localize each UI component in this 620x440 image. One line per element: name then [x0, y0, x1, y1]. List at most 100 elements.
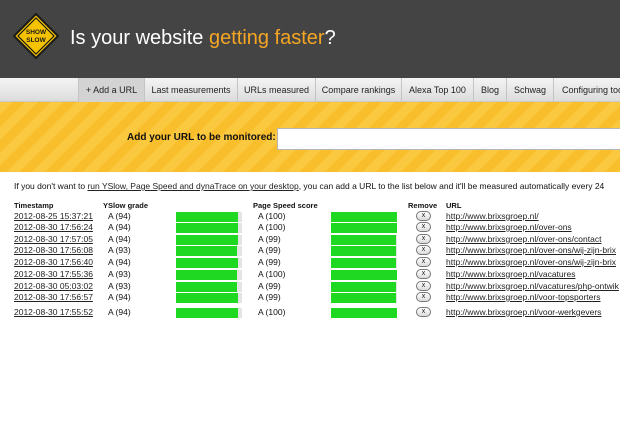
- remove-button[interactable]: x: [416, 307, 431, 317]
- pagespeed-bar: [331, 293, 397, 303]
- yslow-bar-fill: [176, 258, 239, 268]
- remove-button[interactable]: x: [416, 281, 431, 291]
- logo-line1: SHOW: [26, 29, 47, 36]
- row-yslow-grade: A (94): [108, 292, 131, 302]
- row-timestamp[interactable]: 2012-08-30 17:56:08: [14, 245, 93, 256]
- yslow-bar-fill: [176, 282, 238, 292]
- row-yslow-grade: A (94): [108, 234, 131, 244]
- header-yslow: YSlow grade: [103, 201, 149, 210]
- table-row: 2012-08-30 17:56:08 A (93) A (99) x http…: [0, 245, 620, 256]
- header-url: URL: [446, 201, 462, 210]
- row-timestamp[interactable]: 2012-08-30 17:55:52: [14, 307, 93, 318]
- tab-alexa-top-100[interactable]: Alexa Top 100: [402, 78, 474, 102]
- row-url-link[interactable]: http://www.brixsgroep.nl/over-ons/wij-zi…: [446, 257, 616, 268]
- pagespeed-bar: [331, 246, 397, 256]
- row-yslow-grade: A (94): [108, 211, 131, 221]
- intro-text: If you don't want to run YSlow, Page Spe…: [14, 181, 604, 191]
- row-url-link[interactable]: http://www.brixsgroep.nl/voor-werkgevers: [446, 307, 601, 318]
- table-row: 2012-08-30 17:56:40 A (94) A (99) x http…: [0, 257, 620, 268]
- remove-button[interactable]: x: [416, 234, 431, 244]
- row-timestamp[interactable]: 2012-08-25 15:37:21: [14, 211, 93, 222]
- row-url-link[interactable]: http://www.brixsgroep.nl/vacatures: [446, 269, 575, 280]
- yslow-bar: [176, 308, 242, 318]
- row-pagespeed-score: A (100): [258, 222, 286, 232]
- row-timestamp[interactable]: 2012-08-30 17:56:40: [14, 257, 93, 268]
- row-url-link[interactable]: http://www.brixsgroep.nl/over-ons: [446, 222, 572, 233]
- row-pagespeed-score: A (99): [258, 281, 281, 291]
- row-yslow-grade: A (93): [108, 281, 131, 291]
- yslow-bar: [176, 246, 242, 256]
- table-row: 2012-08-30 17:55:52 A (94) A (100) x htt…: [0, 307, 620, 318]
- row-yslow-grade: A (94): [108, 307, 131, 317]
- pagespeed-bar-fill: [331, 270, 397, 280]
- table-row: 2012-08-30 17:56:57 A (94) A (99) x http…: [0, 292, 620, 303]
- pagespeed-bar: [331, 258, 397, 268]
- tagline-prefix: Is your website: [70, 27, 209, 49]
- logo-line2: SLOW: [26, 37, 46, 44]
- row-pagespeed-score: A (99): [258, 292, 281, 302]
- row-timestamp[interactable]: 2012-08-30 17:57:05: [14, 234, 93, 245]
- row-url-link[interactable]: http://www.brixsgroep.nl/over-ons/contac…: [446, 234, 601, 245]
- pagespeed-bar-fill: [331, 308, 397, 318]
- remove-button[interactable]: x: [416, 245, 431, 255]
- site-tagline: Is your website getting faster?: [70, 27, 336, 50]
- tab-urls-measured[interactable]: URLs measured: [238, 78, 316, 102]
- add-url-label: Add your URL to be monitored:: [127, 132, 276, 143]
- remove-button[interactable]: x: [416, 257, 431, 267]
- yslow-bar-fill: [176, 246, 238, 256]
- tab-add-url[interactable]: + Add a URL: [78, 78, 145, 102]
- remove-button[interactable]: x: [416, 222, 431, 232]
- header-pagespeed: Page Speed score: [253, 201, 318, 210]
- table-row: 2012-08-30 17:56:24 A (94) A (100) x htt…: [0, 222, 620, 233]
- desktop-tools-link[interactable]: run YSlow, Page Speed and dynaTrace on y…: [87, 181, 298, 191]
- yslow-bar-fill: [176, 212, 239, 222]
- pagespeed-bar-fill: [331, 235, 397, 245]
- tab-schwag[interactable]: Schwag: [507, 78, 554, 102]
- pagespeed-bar: [331, 282, 397, 292]
- tab-blog[interactable]: Blog: [474, 78, 507, 102]
- yslow-bar: [176, 282, 242, 292]
- yslow-bar-fill: [176, 308, 239, 318]
- tagline-accent: getting faster: [208, 27, 325, 49]
- url-input[interactable]: [277, 128, 620, 150]
- row-url-link[interactable]: http://www.brixsgroep.nl/over-ons/wij-zi…: [446, 245, 616, 256]
- pagespeed-bar-fill: [331, 212, 397, 222]
- row-url-link[interactable]: http://www.brixsgroep.nl/vacatures/php-o…: [446, 281, 619, 292]
- row-timestamp[interactable]: 2012-08-30 17:56:57: [14, 292, 93, 303]
- row-url-link[interactable]: http://www.brixsgroep.nl/: [446, 211, 539, 222]
- yslow-bar: [176, 235, 242, 245]
- yslow-bar: [176, 223, 242, 233]
- pagespeed-bar-fill: [331, 223, 397, 233]
- yslow-bar-fill: [176, 293, 239, 303]
- pagespeed-bar-fill: [331, 282, 397, 292]
- tab-configuring-tools[interactable]: Configuring too: [554, 78, 620, 102]
- remove-button[interactable]: x: [416, 211, 431, 221]
- row-url-link[interactable]: http://www.brixsgroep.nl/voor-topsporter…: [446, 292, 600, 303]
- row-timestamp[interactable]: 2012-08-30 17:55:36: [14, 269, 93, 280]
- row-pagespeed-score: A (100): [258, 211, 286, 221]
- yslow-bar-fill: [176, 270, 238, 280]
- table-row: 2012-08-30 17:57:05 A (94) A (99) x http…: [0, 234, 620, 245]
- pagespeed-bar: [331, 212, 397, 222]
- row-yslow-grade: A (94): [108, 257, 131, 267]
- row-pagespeed-score: A (100): [258, 269, 286, 279]
- row-pagespeed-score: A (100): [258, 307, 286, 317]
- yslow-bar-fill: [176, 223, 239, 233]
- pagespeed-bar-fill: [331, 246, 397, 256]
- logo-sign-icon: SHOW SLOW: [13, 13, 59, 59]
- pagespeed-bar: [331, 223, 397, 233]
- yslow-bar: [176, 258, 242, 268]
- site-header: SHOW SLOW Is your website getting faster…: [0, 0, 620, 78]
- pagespeed-bar: [331, 308, 397, 318]
- row-timestamp[interactable]: 2012-08-30 17:56:24: [14, 222, 93, 233]
- row-timestamp[interactable]: 2012-08-30 05:03:02: [14, 281, 93, 292]
- tab-last-measurements[interactable]: Last measurements: [145, 78, 238, 102]
- row-pagespeed-score: A (99): [258, 234, 281, 244]
- remove-button[interactable]: x: [416, 292, 431, 302]
- table-row: 2012-08-25 15:37:21 A (94) A (100) x htt…: [0, 211, 620, 222]
- remove-button[interactable]: x: [416, 269, 431, 279]
- showslow-logo[interactable]: SHOW SLOW: [13, 13, 59, 59]
- pagespeed-bar: [331, 235, 397, 245]
- intro-after: , you can add a URL to the list below an…: [298, 181, 605, 191]
- tab-compare-rankings[interactable]: Compare rankings: [316, 78, 402, 102]
